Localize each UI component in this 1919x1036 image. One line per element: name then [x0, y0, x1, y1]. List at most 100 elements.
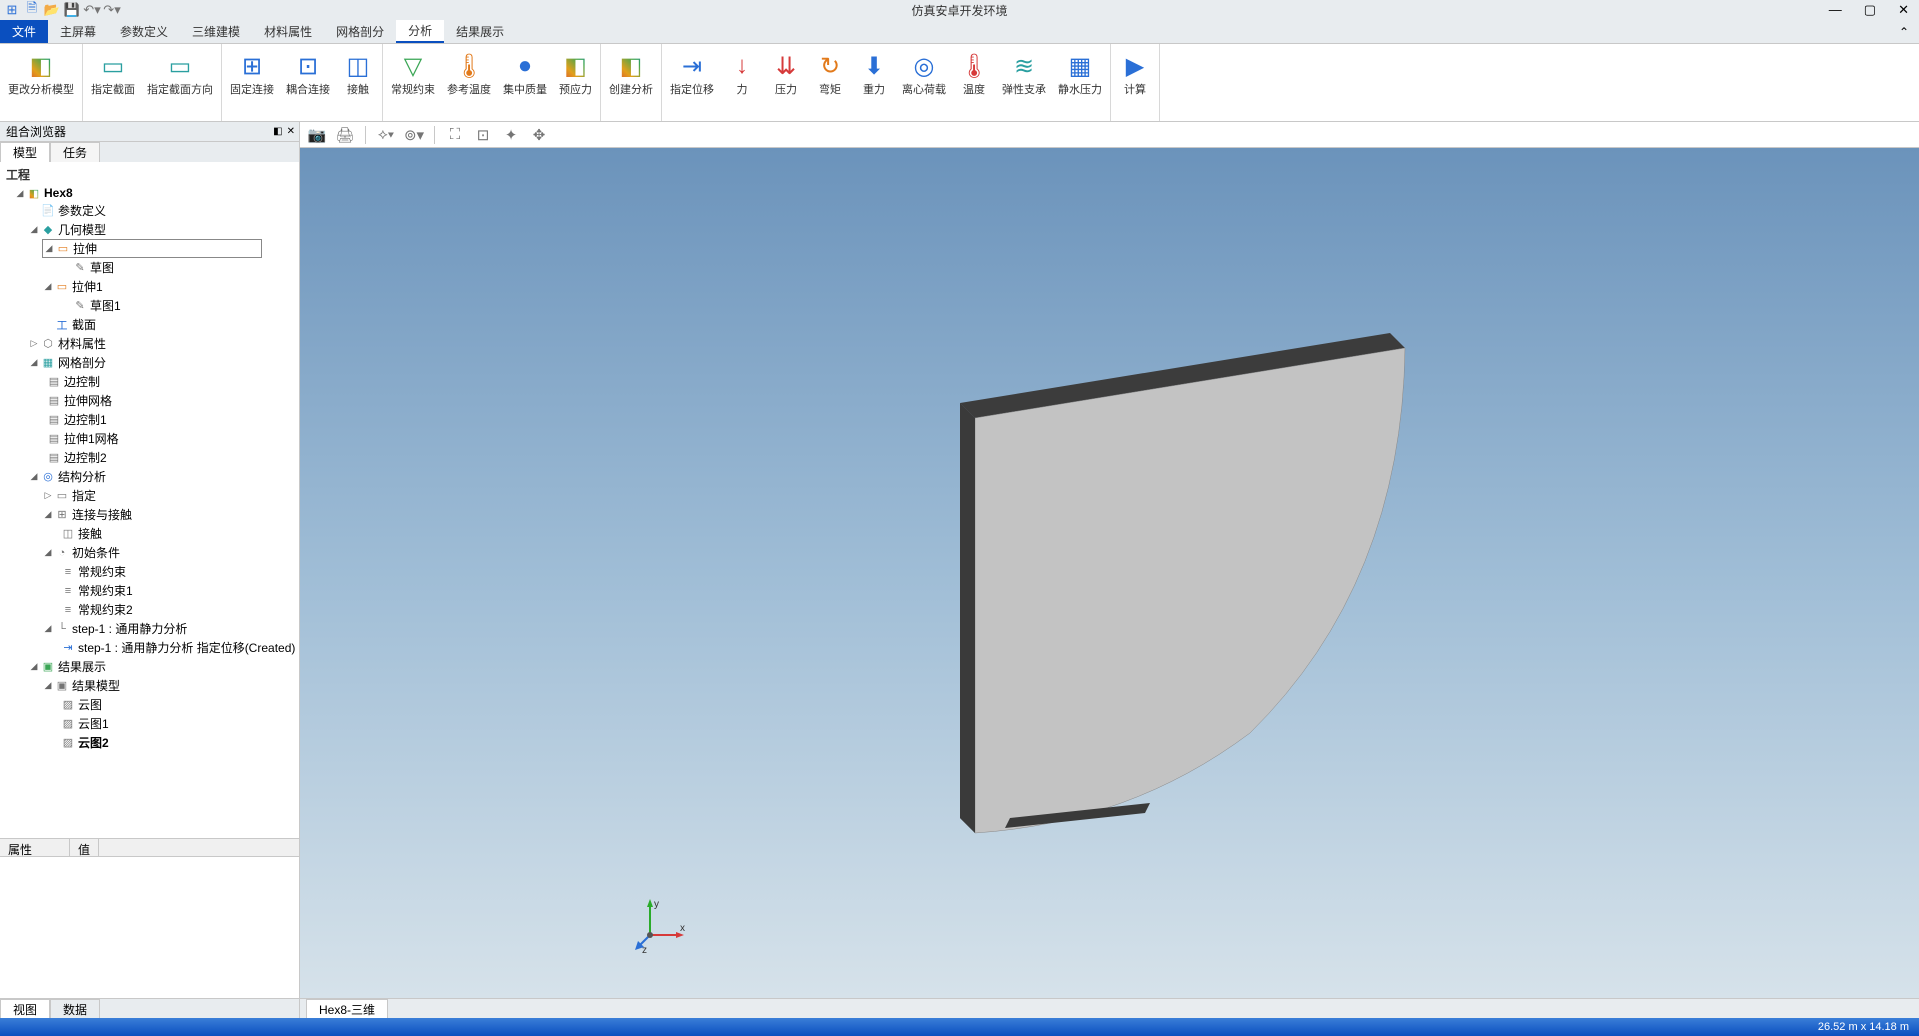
ribbon-btn-弹性支承[interactable]: ≋弹性支承: [996, 46, 1052, 119]
tree-section[interactable]: 工 截面: [0, 315, 299, 334]
tree-contour2[interactable]: ▨云图2: [0, 733, 299, 752]
tree-constraint[interactable]: ≡常规约束: [0, 562, 299, 581]
ribbon-btn-静水压力[interactable]: ▦静水压力: [1052, 46, 1108, 119]
ribbon-btn-温度[interactable]: 🌡温度: [952, 46, 996, 119]
tree-sketch[interactable]: ✎ 草图: [0, 258, 299, 277]
tree-sketch1[interactable]: ✎ 草图1: [0, 296, 299, 315]
tree-connections[interactable]: ◢⊞ 连接与接触: [0, 505, 299, 524]
redo-icon[interactable]: ↷▾: [104, 2, 120, 18]
tree-extrude1[interactable]: ◢▭ 拉伸1: [0, 277, 299, 296]
tree-edge-ctrl1[interactable]: ▤边控制1: [0, 410, 299, 429]
ribbon-label: 离心荷载: [902, 84, 946, 97]
tree-mesh[interactable]: ◢▦ 网格剖分: [0, 353, 299, 372]
status-dimensions: 26.52 m x 14.18 m: [1818, 1021, 1909, 1033]
ribbon-btn-更改分析模型[interactable]: ◧更改分析模型: [2, 46, 80, 119]
menu-2[interactable]: 三维建模: [180, 20, 252, 43]
ribbon-btn-弯矩[interactable]: ↻弯矩: [808, 46, 852, 119]
tree-structural[interactable]: ◢◎ 结构分析: [0, 467, 299, 486]
ribbon-btn-离心荷载[interactable]: ◎离心荷载: [896, 46, 952, 119]
camera-icon[interactable]: 📷: [306, 124, 328, 146]
rotate-icon[interactable]: ✥: [528, 124, 550, 146]
fit-icon[interactable]: ⊚▾: [403, 124, 425, 146]
3d-model: [950, 323, 1420, 856]
minimize-button[interactable]: —: [1823, 2, 1848, 18]
ribbon-btn-计算[interactable]: ▶计算: [1113, 46, 1157, 119]
tree-constraint2[interactable]: ≡常规约束2: [0, 600, 299, 619]
tree-initial-cond[interactable]: ◢◔ 初始条件: [0, 543, 299, 562]
ribbon-btn-参考温度[interactable]: 🌡参考温度: [441, 46, 497, 119]
ribbon-btn-创建分析[interactable]: ◧创建分析: [603, 46, 659, 119]
menu-bar: 文件 主屏幕参数定义三维建模材料属性网格剖分分析结果展示 ⌃: [0, 20, 1919, 44]
tree-extrude-mesh[interactable]: ▤拉伸网格: [0, 391, 299, 410]
zoom-window-icon[interactable]: ⛶: [444, 124, 466, 146]
tree-edge-ctrl2[interactable]: ▤边控制2: [0, 448, 299, 467]
tree-step1-disp[interactable]: ⇥step-1 : 通用静力分析 指定位移(Created): [0, 638, 299, 657]
tree-extrude1-mesh[interactable]: ▤拉伸1网格: [0, 429, 299, 448]
select-icon[interactable]: ✦: [500, 124, 522, 146]
maximize-button[interactable]: ▢: [1858, 2, 1882, 18]
panel-close-icon[interactable]: ✕: [287, 126, 295, 137]
new-icon[interactable]: 🗎: [24, 2, 40, 18]
ribbon-btn-指定截面[interactable]: ▭指定截面: [85, 46, 141, 119]
model-tree[interactable]: 工程 ◢◧ Hex8 📄 参数定义 ◢◆ 几何模型 ◢▭ 拉伸 ✎ 草图: [0, 162, 299, 838]
ribbon-label: 压力: [775, 84, 797, 97]
ribbon-btn-指定位移[interactable]: ⇥指定位移: [664, 46, 720, 119]
参考温度-icon: 🌡: [453, 50, 485, 82]
tree-contour1[interactable]: ▨云图1: [0, 714, 299, 733]
tree-constraint1[interactable]: ≡常规约束1: [0, 581, 299, 600]
ribbon-group-5: ⇥指定位移↓力⇊压力↻弯矩⬇重力◎离心荷载🌡温度≋弹性支承▦静水压力: [662, 44, 1111, 121]
ribbon-btn-固定连接[interactable]: ⊞固定连接: [224, 46, 280, 119]
tab-task[interactable]: 任务: [50, 142, 100, 162]
ribbon-btn-重力[interactable]: ⬇重力: [852, 46, 896, 119]
menu-0[interactable]: 主屏幕: [48, 20, 108, 43]
tree-material[interactable]: ▷⬡ 材料属性: [0, 334, 299, 353]
close-button[interactable]: ✕: [1892, 2, 1915, 18]
ribbon-group-3: ▽常规约束🌡参考温度●集中质量◧预应力: [383, 44, 601, 121]
menu-4[interactable]: 网格剖分: [324, 20, 396, 43]
menu-6[interactable]: 结果展示: [444, 20, 516, 43]
help-icon[interactable]: ⌃: [1889, 20, 1919, 43]
ribbon-btn-力[interactable]: ↓力: [720, 46, 764, 119]
prop-col-value: 值: [70, 839, 99, 856]
save-icon[interactable]: 💾: [64, 2, 80, 18]
print-icon[interactable]: 🖨: [334, 124, 356, 146]
3d-viewport[interactable]: y x z: [300, 148, 1919, 998]
tab-view[interactable]: 视图: [0, 999, 50, 1018]
tree-contact[interactable]: ◫接触: [0, 524, 299, 543]
tree-results[interactable]: ◢▣ 结果展示: [0, 657, 299, 676]
properties-panel: 属性 值: [0, 838, 299, 998]
ribbon-label: 指定截面: [91, 84, 135, 97]
ribbon-group-6: ▶计算: [1111, 44, 1160, 121]
tree-param-def[interactable]: 📄 参数定义: [0, 201, 299, 220]
ribbon-btn-接触[interactable]: ◫接触: [336, 46, 380, 119]
menu-3[interactable]: 材料属性: [252, 20, 324, 43]
open-icon[interactable]: 📂: [44, 2, 60, 18]
panel-pin-icon[interactable]: ◧: [273, 126, 282, 137]
ribbon-group-0: ◧更改分析模型: [0, 44, 83, 121]
undo-icon[interactable]: ↶▾: [84, 2, 100, 18]
tree-edge-ctrl[interactable]: ▤边控制: [0, 372, 299, 391]
静水压力-icon: ▦: [1064, 50, 1096, 82]
zoom-fit-icon[interactable]: ⊡: [472, 124, 494, 146]
tree-contour[interactable]: ▨云图: [0, 695, 299, 714]
tab-data[interactable]: 数据: [50, 999, 100, 1018]
ribbon-btn-预应力[interactable]: ◧预应力: [553, 46, 598, 119]
ribbon-btn-压力[interactable]: ⇊压力: [764, 46, 808, 119]
viewport-tab-hex8[interactable]: Hex8-三维: [306, 999, 388, 1018]
axes-icon[interactable]: ⟡▾: [375, 124, 397, 146]
tab-model[interactable]: 模型: [0, 142, 50, 162]
tree-result-model[interactable]: ◢▣ 结果模型: [0, 676, 299, 695]
tree-geometry[interactable]: ◢◆ 几何模型: [0, 220, 299, 239]
tree-assign[interactable]: ▷▭ 指定: [0, 486, 299, 505]
tree-step1[interactable]: ◢└ step-1 : 通用静力分析: [0, 619, 299, 638]
menu-5[interactable]: 分析: [396, 20, 444, 43]
tree-project[interactable]: ◢◧ Hex8: [0, 185, 299, 201]
tree-extrude-editing[interactable]: ◢▭ 拉伸: [42, 239, 262, 258]
window-controls: — ▢ ✕: [1823, 2, 1915, 18]
menu-1[interactable]: 参数定义: [108, 20, 180, 43]
ribbon-btn-常规约束[interactable]: ▽常规约束: [385, 46, 441, 119]
ribbon-btn-指定截面方向[interactable]: ▭指定截面方向: [141, 46, 219, 119]
menu-file[interactable]: 文件: [0, 20, 48, 43]
ribbon-btn-集中质量[interactable]: ●集中质量: [497, 46, 553, 119]
ribbon-btn-耦合连接[interactable]: ⊡耦合连接: [280, 46, 336, 119]
